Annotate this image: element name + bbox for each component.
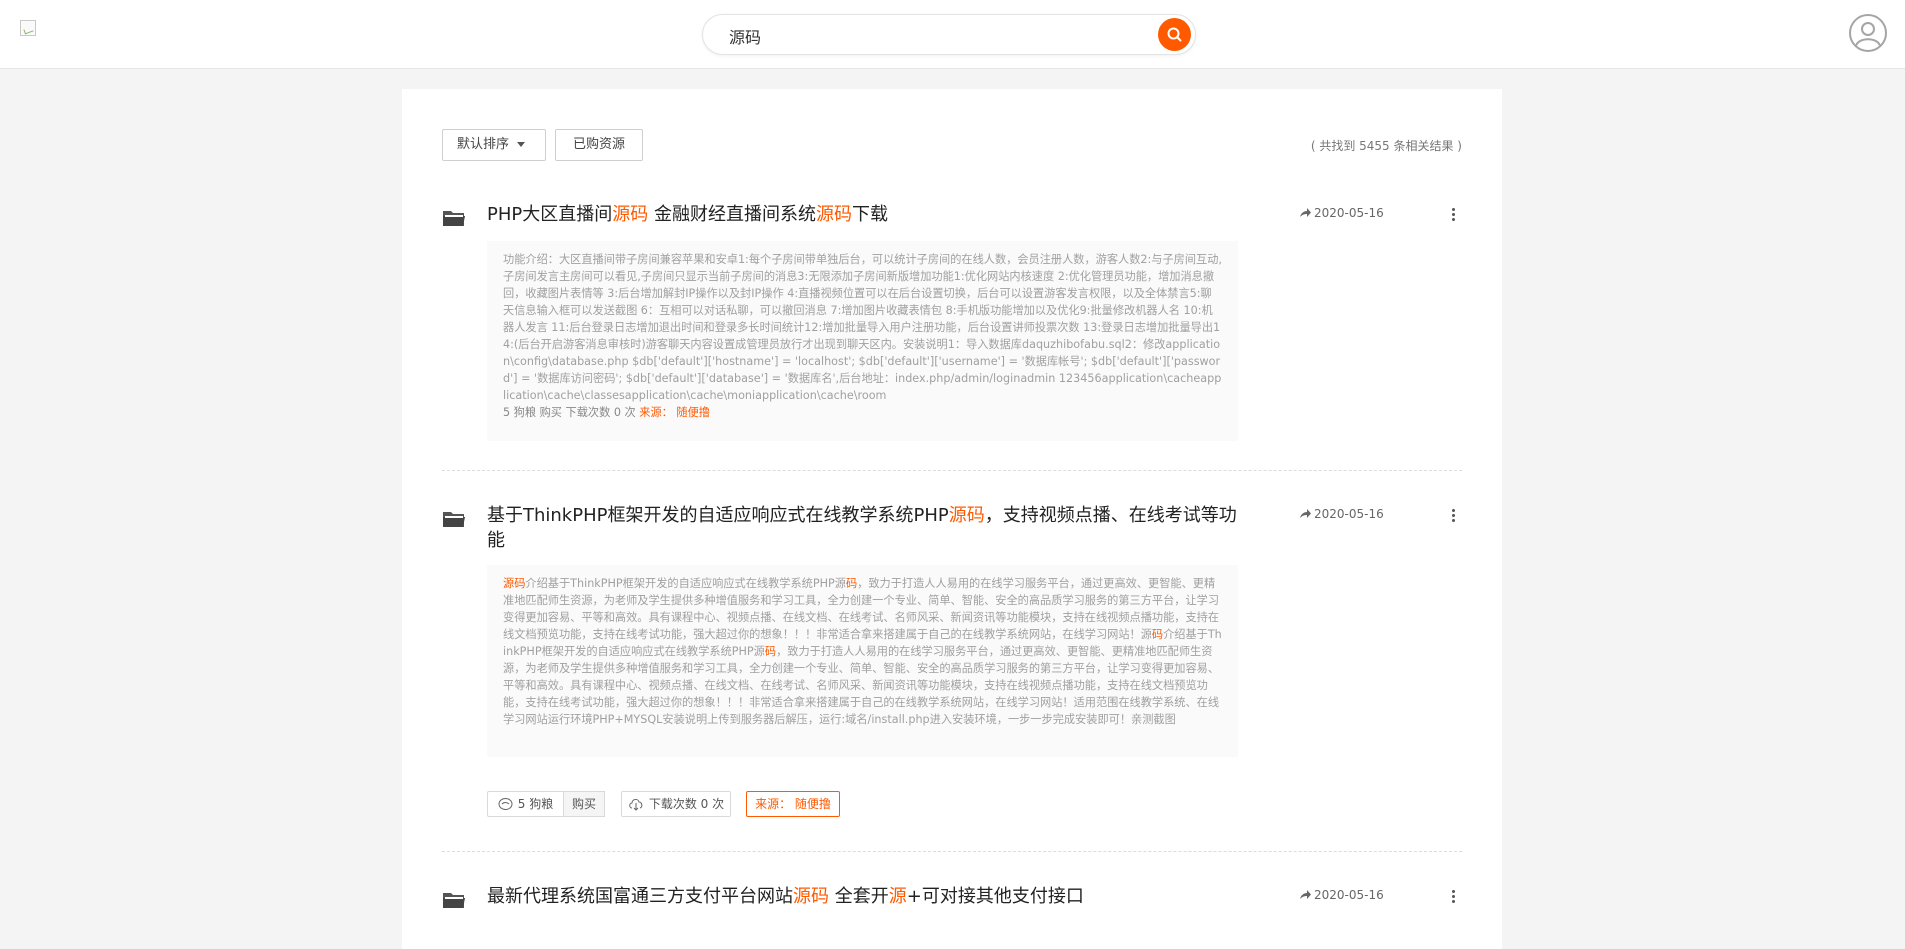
result-meta: 5 狗粮 购买 下载次数 0 次 来源： 随便撸 [503,406,710,419]
sort-dropdown-label: 默认排序 [457,137,510,152]
title-text: 全套开 [829,886,889,907]
title-text: 最新代理系统国富通三方支付平台网站 [487,886,793,907]
result-description: 功能介绍：大区直播间带子房间兼容苹果和安卓1:每个子房间带单独后台，可以统计子房… [487,241,1238,441]
title-highlight: 源 [888,886,907,907]
user-avatar-icon [1855,22,1881,47]
description-highlight: 码 [764,645,777,658]
description-highlight: 源 [503,577,515,590]
date-text: 2020-05-16 [1314,206,1384,220]
more-vertical-icon[interactable] [1447,205,1461,225]
result-date: 2020-05-16 [1300,206,1384,220]
cloud-download-icon [629,799,643,811]
result-item: PHP大区直播间源码 金融财经直播间系统源码下载 2020-05-16 功能介绍… [442,202,1462,441]
share-icon [1300,890,1311,899]
user-avatar[interactable] [1849,14,1887,52]
title-text: 基于ThinkPHP框架开发的自适应响应式在线教学系统PHP [487,505,949,526]
description-highlight: 码 [1151,628,1164,641]
folder-icon [443,893,465,908]
description-highlight: 码 [845,577,858,590]
description-text: 介绍基于ThinkPHP框架开发的自适应响应式在线教学系统PHP源 [525,577,846,590]
result-item: 基于ThinkPHP框架开发的自适应响应式在线教学系统PHP源码，支持视频点播、… [442,503,1462,883]
description-text: 功能介绍：大区直播间带子房间兼容苹果和安卓1:每个子房间带单独后台，可以统计子房… [503,253,1222,402]
results-toolbar: 默认排序 已购资源 ( 共找到 5455 条相关结果 ) [442,129,1462,161]
sort-dropdown[interactable]: 默认排序 [442,129,546,161]
download-count-tag: 下载次数 0 次 [621,791,731,817]
download-count-text: 下载次数 0 次 [648,797,725,811]
caret-down-icon [517,142,526,147]
search-results-panel: 默认排序 已购资源 ( 共找到 5455 条相关结果 ) PHP大区直播间源码 … [402,89,1502,949]
result-item: 最新代理系统国富通三方支付平台网站源码 全套开源+可对接其他支付接口 2020-… [442,884,1462,924]
result-count: ( 共找到 5455 条相关结果 ) [1310,139,1462,153]
item-divider [442,851,1462,852]
title-text: +可对接其他支付接口 [906,886,1084,907]
price-tag: 5 狗粮 购买 [487,791,605,817]
result-date: 2020-05-16 [1300,507,1384,521]
search-input[interactable] [727,15,1151,56]
description-highlight: 码 [514,577,526,590]
result-tags: 5 狗粮 购买 下载次数 0 次 来源： 随便撸 [487,791,847,817]
result-title[interactable]: 最新代理系统国富通三方支付平台网站源码 全套开源+可对接其他支付接口 [487,884,1247,909]
title-text: 下载 [851,204,888,225]
title-highlight: 源码 [815,204,852,225]
folder-icon [443,512,465,527]
search-bar [702,14,1196,56]
share-icon [1300,509,1311,518]
buy-button[interactable]: 购买 [563,791,605,817]
purchased-resources-button[interactable]: 已购资源 [555,129,643,161]
share-icon [1300,208,1311,217]
more-vertical-icon[interactable] [1447,506,1461,526]
top-header [0,0,1905,69]
date-text: 2020-05-16 [1314,888,1384,902]
result-date: 2020-05-16 [1300,888,1384,902]
search-button[interactable] [1158,18,1191,51]
source-link[interactable]: 来源： 随便撸 [746,791,840,817]
meta-text: 5 狗粮 购买 下载次数 0 次 [503,406,636,419]
title-highlight: 源码 [612,204,649,225]
date-text: 2020-05-16 [1314,507,1384,521]
result-title[interactable]: 基于ThinkPHP框架开发的自适应响应式在线教学系统PHP源码，支持视频点播、… [487,503,1247,553]
item-divider [442,470,1462,471]
title-highlight: 源码 [948,505,985,526]
title-text: 金融财经直播间系统 [648,204,816,225]
result-title[interactable]: PHP大区直播间源码 金融财经直播间系统源码下载 [487,202,1247,227]
site-logo-broken-image-icon[interactable] [20,20,36,36]
title-highlight: 源码 [793,886,829,907]
price-text: 5 狗粮 [517,797,554,811]
search-icon [1167,27,1182,42]
title-text: PHP大区直播间 [487,204,613,225]
coin-icon [498,798,513,810]
result-description: 源码介绍基于ThinkPHP框架开发的自适应响应式在线教学系统PHP源码，致力于… [487,565,1238,757]
more-vertical-icon[interactable] [1447,887,1461,907]
source-link[interactable]: 来源： 随便撸 [639,406,710,419]
price-label: 5 狗粮 [488,792,563,816]
folder-icon [443,211,465,226]
